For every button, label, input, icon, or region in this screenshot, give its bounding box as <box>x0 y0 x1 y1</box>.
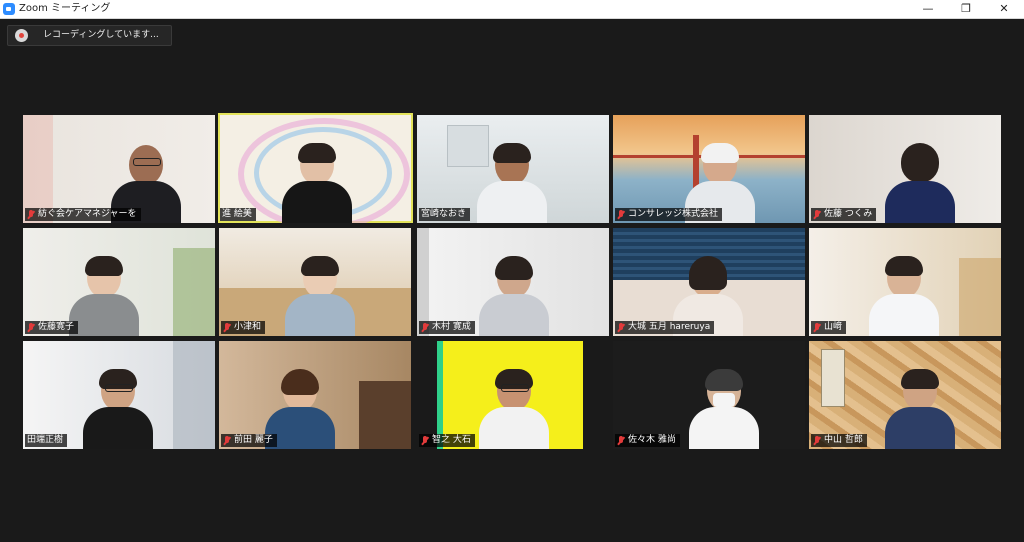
recording-label: レコーディングしています... <box>43 30 159 40</box>
video-tile[interactable]: 佐藤寛子 <box>23 228 215 336</box>
participant-name-tag: 前田 麗子 <box>221 434 277 447</box>
video-tile[interactable]: 田端正樹 <box>23 341 215 449</box>
video-tile[interactable]: コンサレッジ株式会社 <box>613 115 805 223</box>
muted-mic-icon <box>223 322 231 333</box>
video-tile[interactable]: 山﨑 <box>809 228 1001 336</box>
muted-mic-icon <box>421 435 429 446</box>
recording-indicator[interactable]: レコーディングしています... <box>7 25 172 46</box>
participant-name-tag: 智之 大石 <box>419 434 475 447</box>
background-poster <box>821 349 845 407</box>
muted-mic-icon <box>617 322 625 333</box>
participant-video <box>689 369 759 449</box>
participant-name-tag: 小津和 <box>221 321 266 334</box>
participant-name-tag: 紡ぐ会ケアマネジャーを <box>25 208 141 221</box>
participant-name-tag: 中山 哲郎 <box>811 434 867 447</box>
background-window <box>173 341 215 449</box>
zoom-logo-icon <box>3 3 15 15</box>
video-tile[interactable]: 大城 五月 hareruya <box>613 228 805 336</box>
participant-video <box>479 369 549 449</box>
participant-video <box>477 143 547 223</box>
participant-name-tag: 進 絵美 <box>220 208 256 221</box>
muted-mic-icon <box>27 209 35 220</box>
video-tile[interactable]: 佐々木 雅尚 <box>613 341 805 449</box>
participant-video <box>83 369 153 449</box>
restore-button[interactable]: ❐ <box>946 0 986 18</box>
video-tile[interactable]: 紡ぐ会ケアマネジャーを <box>23 115 215 223</box>
background-green-edge <box>437 341 443 449</box>
video-tile-active-speaker[interactable]: 進 絵美 <box>218 113 413 223</box>
title-bar: Zoom ミーティング — ❐ ✕ <box>0 0 1024 19</box>
muted-mic-icon <box>813 435 821 446</box>
participant-video <box>285 256 355 336</box>
participant-name-tag: 田端正樹 <box>25 434 68 447</box>
participant-video <box>69 256 139 336</box>
video-tile[interactable]: 智之 大石 <box>417 341 609 449</box>
background-plant <box>173 248 215 336</box>
cloud-record-icon <box>15 29 28 42</box>
minimize-button[interactable]: — <box>908 0 948 18</box>
muted-mic-icon <box>813 209 821 220</box>
video-tile[interactable]: 木村 寛成 <box>417 228 609 336</box>
muted-mic-icon <box>223 435 231 446</box>
close-button[interactable]: ✕ <box>984 0 1024 18</box>
participant-name-tag: コンサレッジ株式会社 <box>615 208 723 221</box>
participant-name-tag: 山﨑 <box>811 321 847 334</box>
muted-mic-icon <box>617 435 625 446</box>
background-wall <box>23 115 53 223</box>
participant-video <box>282 143 352 223</box>
muted-mic-icon <box>27 322 35 333</box>
participant-video <box>885 369 955 449</box>
background-door <box>417 228 429 336</box>
muted-mic-icon <box>813 322 821 333</box>
participant-name-tag: 佐々木 雅尚 <box>615 434 680 447</box>
video-tile[interactable]: 前田 麗子 <box>219 341 411 449</box>
muted-mic-icon <box>617 209 625 220</box>
video-tile[interactable]: 中山 哲郎 <box>809 341 1001 449</box>
background-shelf <box>959 258 1001 336</box>
participant-video <box>869 256 939 336</box>
participant-name-tag: 宮崎なおき <box>419 208 471 221</box>
participant-video <box>885 143 955 223</box>
participant-name-tag: 佐藤寛子 <box>25 321 79 334</box>
video-tile[interactable]: 小津和 <box>219 228 411 336</box>
window-title: Zoom ミーティング <box>19 3 111 14</box>
participant-name-tag: 佐藤 つくみ <box>811 208 877 221</box>
participant-name-tag: 大城 五月 hareruya <box>615 321 715 334</box>
background-chair <box>359 381 411 449</box>
participant-video <box>479 256 549 336</box>
participant-name-tag: 木村 寛成 <box>419 321 475 334</box>
video-tile[interactable]: 宮崎なおき <box>417 115 609 223</box>
muted-mic-icon <box>421 322 429 333</box>
video-tile[interactable]: 佐藤 つくみ <box>809 115 1001 223</box>
